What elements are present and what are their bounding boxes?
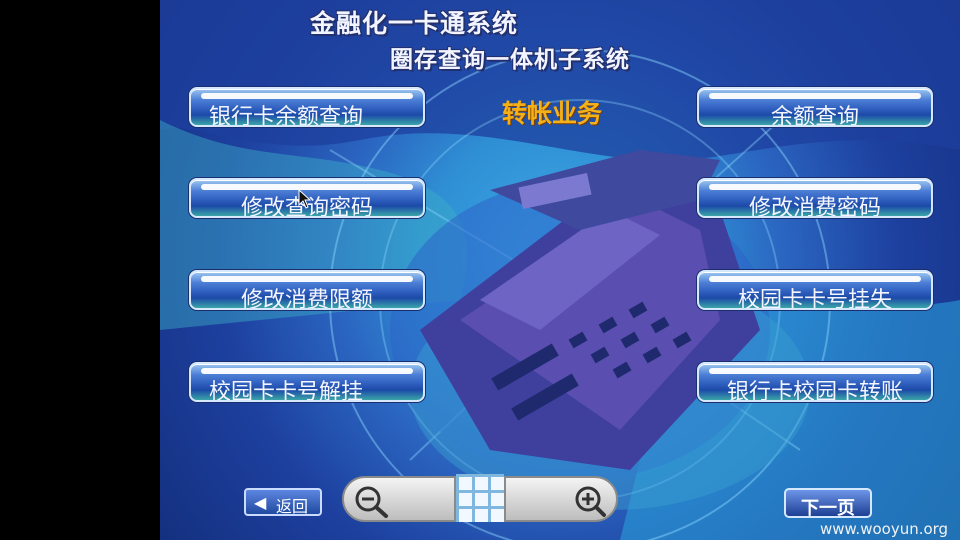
bank-to-campus-card-transfer-button[interactable]: 银行卡校园卡转账 bbox=[697, 362, 933, 402]
change-spending-password-label: 修改消费密码 bbox=[748, 196, 881, 218]
zoom-control bbox=[342, 474, 618, 522]
section-title-transfer: 转帐业务 bbox=[502, 99, 603, 128]
next-page-label: 下一页 bbox=[801, 498, 855, 518]
bank-to-campus-card-transfer-label: 银行卡校园卡转账 bbox=[726, 380, 903, 402]
next-page-button[interactable]: 下一页 bbox=[784, 488, 872, 518]
watermark: www.wooyun.org bbox=[820, 520, 949, 538]
bank-card-balance-query-label: 银行卡余额查询 bbox=[209, 105, 364, 127]
bank-card-balance-query-button[interactable]: 银行卡余额查询 bbox=[189, 87, 425, 127]
kiosk-screen: 金融化一卡通系统 圈存查询一体机子系统 转帐业务 银行卡余额查询 修改查询密码 … bbox=[160, 0, 960, 540]
system-subtitle: 圈存查询一体机子系统 bbox=[390, 47, 630, 73]
grid-icon[interactable] bbox=[456, 474, 504, 522]
change-spending-limit-button[interactable]: 修改消费限额 bbox=[189, 270, 425, 310]
zoom-out-button[interactable] bbox=[342, 476, 456, 522]
zoom-in-icon bbox=[575, 486, 606, 517]
unfreeze-campus-card-label: 校园卡卡号解挂 bbox=[209, 380, 364, 402]
mouse-cursor-icon bbox=[298, 189, 312, 209]
report-campus-card-lost-label: 校园卡卡号挂失 bbox=[737, 288, 892, 310]
arrow-left-icon: ◀ bbox=[254, 495, 267, 512]
change-spending-limit-label: 修改消费限额 bbox=[240, 288, 373, 310]
report-campus-card-lost-button[interactable]: 校园卡卡号挂失 bbox=[697, 270, 933, 310]
back-label: 返回 bbox=[276, 499, 309, 516]
balance-query-button[interactable]: 余额查询 bbox=[697, 87, 933, 127]
balance-query-label: 余额查询 bbox=[770, 105, 859, 127]
system-title: 金融化一卡通系统 bbox=[310, 9, 519, 38]
zoom-in-button[interactable] bbox=[504, 476, 618, 522]
change-spending-password-button[interactable]: 修改消费密码 bbox=[697, 178, 933, 218]
zoom-out-icon bbox=[355, 486, 388, 518]
back-button[interactable]: ◀ 返回 bbox=[244, 488, 322, 516]
unfreeze-campus-card-button[interactable]: 校园卡卡号解挂 bbox=[189, 362, 425, 402]
